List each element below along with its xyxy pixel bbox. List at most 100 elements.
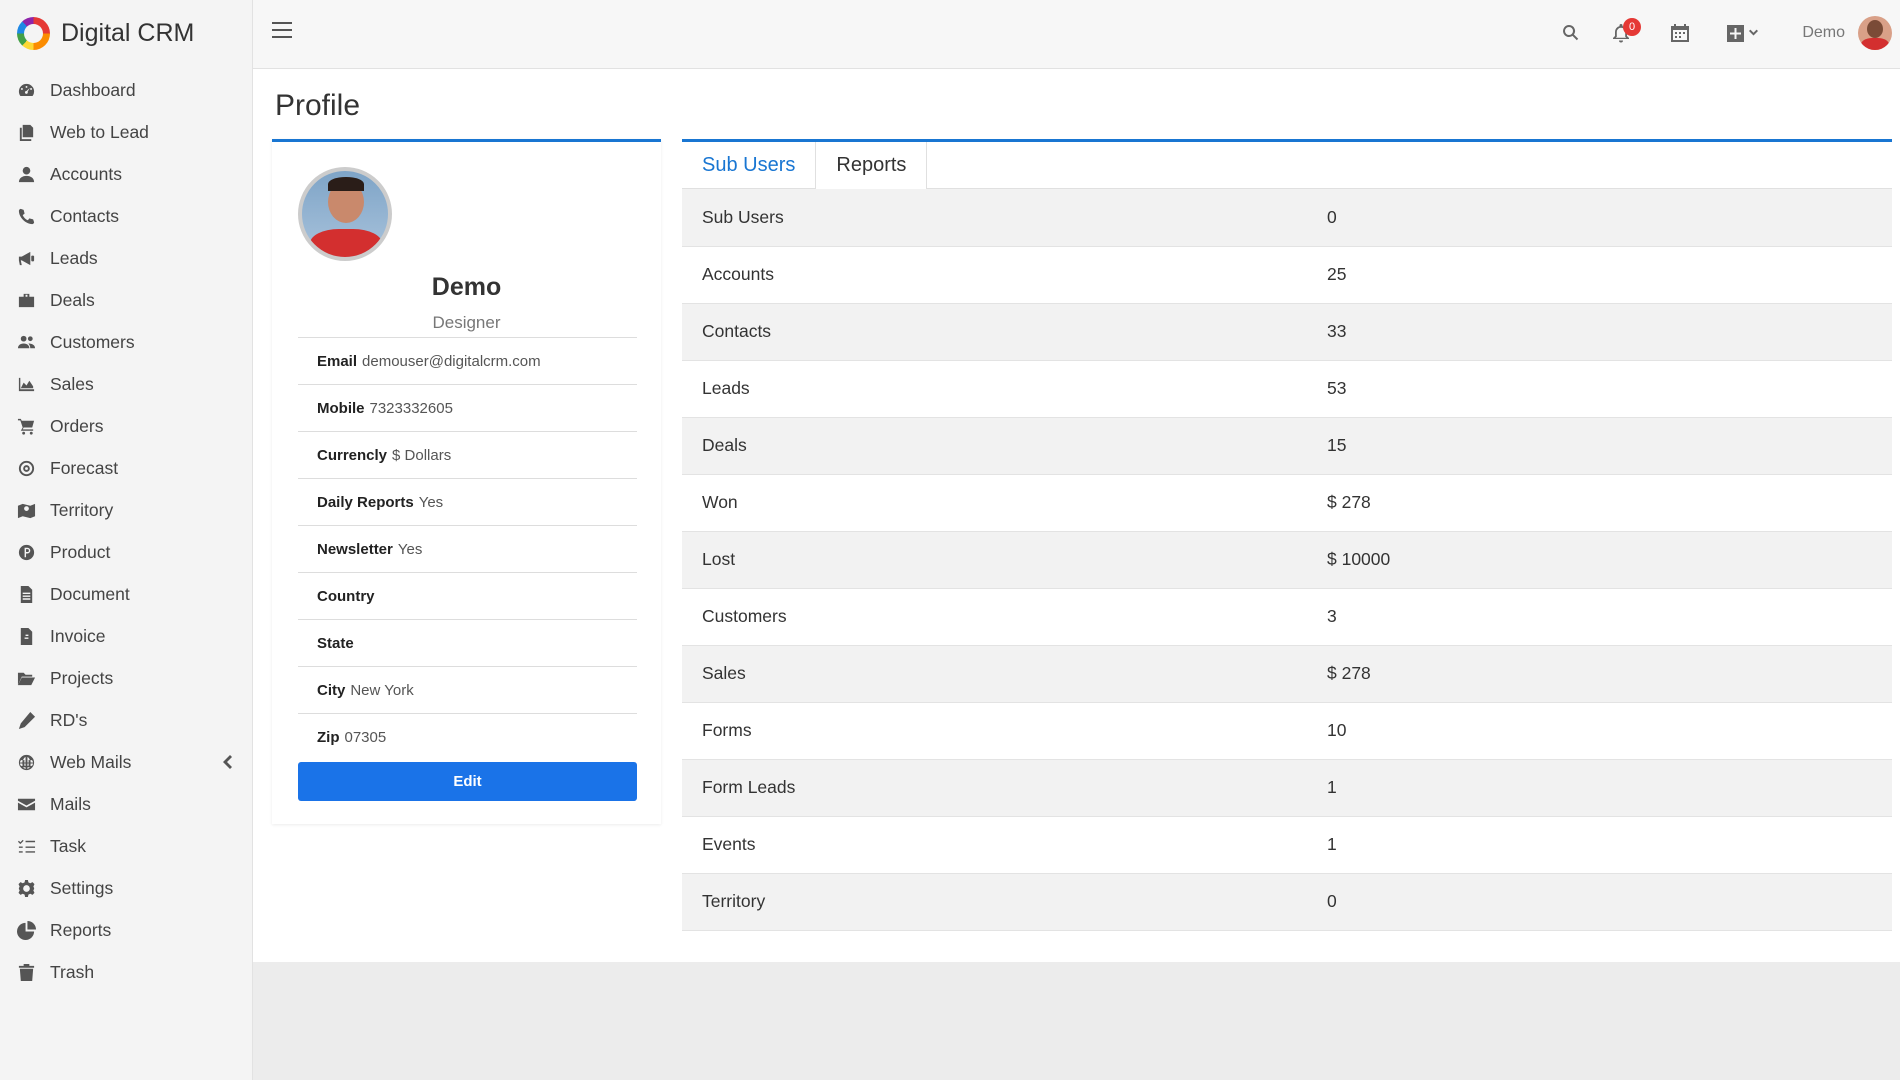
hamburger-menu-icon[interactable] [272, 22, 292, 42]
sidebar-item-forecast[interactable]: Forecast [0, 447, 252, 489]
field-value: Yes [397, 540, 423, 558]
table-row: Deals 15 [682, 417, 1892, 474]
user-name[interactable]: Demo [1802, 24, 1845, 42]
profile-field-currency: Currencly $ Dollars [298, 431, 637, 478]
profile-field-newsletter: Newsletter Yes [298, 525, 637, 572]
profile-field-email: Email demouser@digitalcrm.com [298, 337, 637, 384]
avatar[interactable] [1858, 16, 1892, 50]
row-value: 10 [1327, 720, 1347, 740]
field-label: Zip [317, 728, 340, 746]
row-label: Accounts [702, 264, 774, 284]
sidebar-item-label: RD's [50, 709, 88, 730]
add-menu-button[interactable] [1725, 22, 1761, 44]
sidebar-item-label: Orders [50, 415, 104, 436]
tasks-icon [15, 837, 37, 855]
row-value: 25 [1327, 264, 1347, 284]
sidebar-item-dashboard[interactable]: Dashboard [0, 69, 252, 111]
sidebar-item-invoice[interactable]: Invoice [0, 615, 252, 657]
field-label: State [317, 634, 354, 652]
brand-name: Digital CRM [61, 18, 195, 47]
sidebar-item-accounts[interactable]: Accounts [0, 153, 252, 195]
envelope-icon [15, 795, 37, 813]
sidebar: Digital CRM Dashboard Web to Lead Accoun… [0, 0, 253, 1080]
trash-icon [15, 963, 37, 981]
sidebar-item-leads[interactable]: Leads [0, 237, 252, 279]
row-value: 0 [1327, 206, 1337, 227]
invoice-icon [15, 627, 37, 645]
table-row: Won $ 278 [682, 474, 1892, 531]
field-label: Mobile [317, 399, 365, 417]
sidebar-item-label: Task [50, 835, 86, 856]
sidebar-item-trash[interactable]: Trash [0, 951, 252, 993]
field-value: Yes [418, 493, 444, 511]
edit-button[interactable]: Edit [298, 762, 637, 801]
sidebar-item-label: Web to Lead [50, 121, 149, 142]
sidebar-item-label: Projects [50, 667, 114, 688]
table-row: Contacts 33 [682, 303, 1892, 360]
sidebar-item-sales[interactable]: Sales [0, 363, 252, 405]
map-icon [15, 501, 37, 519]
cart-icon [15, 417, 37, 435]
sidebar-item-rds[interactable]: RD's [0, 699, 252, 741]
sidebar-item-web-to-lead[interactable]: Web to Lead [0, 111, 252, 153]
chevron-left-icon[interactable] [222, 754, 232, 770]
profile-field-city: City New York [298, 666, 637, 713]
table-row: Forms 10 [682, 702, 1892, 759]
bullhorn-icon [15, 249, 37, 267]
sidebar-item-contacts[interactable]: Contacts [0, 195, 252, 237]
sidebar-item-mails[interactable]: Mails [0, 783, 252, 825]
sidebar-item-territory[interactable]: Territory [0, 489, 252, 531]
sidebar-item-label: Sales [50, 373, 94, 394]
user-icon [15, 165, 37, 183]
row-value: $ 278 [1327, 492, 1371, 512]
table-row: Lost $ 10000 [682, 531, 1892, 588]
calendar-icon[interactable] [1669, 22, 1691, 44]
table-row: Accounts 25 [682, 246, 1892, 303]
sidebar-item-label: Forecast [50, 457, 119, 478]
sidebar-item-web-mails[interactable]: Web Mails [0, 741, 252, 783]
folder-open-icon [15, 669, 37, 687]
profile-role: Designer [432, 313, 501, 332]
sidebar-item-label: Invoice [50, 625, 106, 646]
field-label: Newsletter [317, 540, 393, 558]
table-row: Leads 53 [682, 360, 1892, 417]
area-chart-icon [15, 375, 37, 393]
row-label: Deals [702, 435, 747, 455]
table-row: Customers 3 [682, 588, 1892, 645]
sidebar-item-customers[interactable]: Customers [0, 321, 252, 363]
sidebar-item-task[interactable]: Task [0, 825, 252, 867]
globe-icon [15, 753, 37, 771]
row-value: 0 [1327, 891, 1337, 911]
reports-card: Sub Users Reports Sub Users 0 Accounts 25 … [682, 139, 1892, 937]
sidebar-item-product[interactable]: Product [0, 531, 252, 573]
row-value: 33 [1327, 321, 1347, 341]
sidebar-item-document[interactable]: Document [0, 573, 252, 615]
document-icon [15, 585, 37, 603]
sidebar-item-projects[interactable]: Projects [0, 657, 252, 699]
sidebar-item-label: Territory [50, 499, 114, 520]
reports-table: Sub Users 0 Accounts 25 Contacts 33 Leads 53… [682, 189, 1892, 931]
profile-avatar [298, 167, 392, 261]
sidebar-item-orders[interactable]: Orders [0, 405, 252, 447]
profile-name: Demo [431, 273, 502, 301]
tab-sub-users[interactable]: Sub Users [682, 142, 815, 189]
sidebar-item-reports[interactable]: Reports [0, 909, 252, 951]
bell-icon[interactable]: 0 [1610, 18, 1641, 44]
row-value: 53 [1327, 378, 1347, 398]
row-label: Sales [702, 663, 746, 683]
row-label: Sub Users [702, 206, 784, 227]
gear-icon [15, 879, 37, 897]
profile-field-country: Country [298, 572, 637, 619]
row-value: 15 [1327, 435, 1347, 455]
brand[interactable]: Digital CRM [0, 0, 252, 66]
field-value: 7323332605 [369, 399, 453, 417]
sidebar-item-settings[interactable]: Settings [0, 867, 252, 909]
sidebar-item-label: Deals [50, 289, 95, 310]
sidebar-item-deals[interactable]: Deals [0, 279, 252, 321]
tab-reports[interactable]: Reports [815, 142, 928, 189]
main-content: Profile Demo Designer Email demouser@digi… [253, 69, 1900, 962]
field-label: City [317, 681, 346, 699]
search-icon[interactable] [1560, 22, 1582, 44]
sidebar-item-label: Accounts [50, 163, 122, 184]
sidebar-item-label: Leads [50, 247, 98, 268]
